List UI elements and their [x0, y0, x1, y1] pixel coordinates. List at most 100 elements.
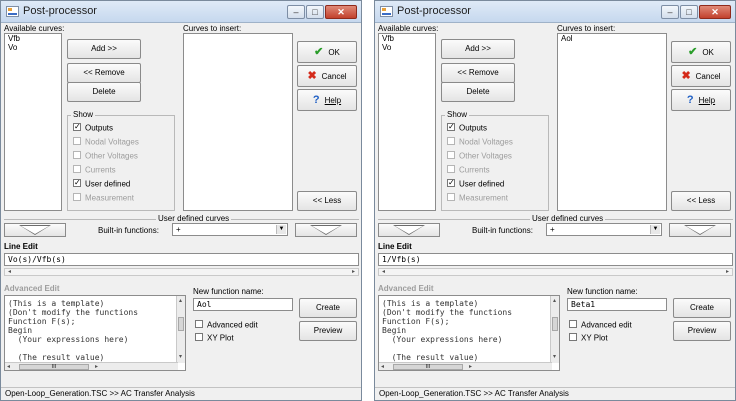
- line-edit-scrollbar[interactable]: ◂ ▸: [378, 268, 733, 276]
- expand-arrow-button[interactable]: [669, 223, 731, 237]
- curve-list-item[interactable]: Aol: [558, 34, 666, 43]
- checkmark-icon[interactable]: ✓: [73, 178, 81, 187]
- add-button[interactable]: Add >>: [441, 39, 515, 59]
- available-curves-list[interactable]: Vfb Vo: [378, 33, 436, 211]
- curve-list-item[interactable]: Vo: [5, 43, 61, 52]
- show-option-nodal-voltages: Nodal Voltages: [73, 136, 139, 147]
- collapse-arrow-button[interactable]: [4, 223, 66, 237]
- line-edit-scrollbar[interactable]: ◂ ▸: [4, 268, 359, 276]
- scroll-right-icon[interactable]: ▸: [469, 363, 472, 370]
- maximize-button[interactable]: □: [306, 5, 324, 19]
- scroll-right-icon[interactable]: ▸: [352, 269, 355, 275]
- advanced-edit-textarea[interactable]: (This is a template) (Don't modify the fu…: [378, 295, 560, 371]
- ok-button[interactable]: ✔ OK: [297, 41, 357, 63]
- help-label: Help: [698, 96, 716, 105]
- curves-to-insert-list[interactable]: [183, 33, 293, 211]
- curve-list-item[interactable]: Vfb: [379, 34, 435, 43]
- line-edit-field[interactable]: Vo(s)/Vfb(s): [4, 253, 359, 266]
- remove-button[interactable]: << Remove: [441, 63, 515, 83]
- preview-button[interactable]: Preview: [299, 321, 357, 341]
- available-curves-label: Available curves:: [4, 24, 65, 33]
- show-option-user-defined[interactable]: ✓ User defined: [447, 178, 504, 189]
- minimize-button[interactable]: –: [661, 5, 679, 19]
- show-groupbox: Show ✓ Outputs Nodal Voltages Other Voltage…: [441, 110, 549, 211]
- cancel-label: Cancel: [321, 72, 347, 81]
- less-button[interactable]: << Less: [671, 191, 731, 211]
- advanced-edit-textarea[interactable]: (This is a template) (Don't modify the fu…: [4, 295, 186, 371]
- builtin-functions-label: Built-in functions:: [98, 226, 159, 235]
- scroll-thumb[interactable]: III: [393, 364, 463, 370]
- advanced-edit-hscrollbar[interactable]: ◂ III ▸: [379, 362, 552, 370]
- builtin-functions-dropdown[interactable]: + ▼: [546, 223, 662, 236]
- ok-button[interactable]: ✔ OK: [671, 41, 731, 63]
- help-button[interactable]: ? Help: [297, 89, 357, 111]
- create-button[interactable]: Create: [673, 298, 731, 318]
- scroll-down-icon[interactable]: ▾: [553, 353, 556, 360]
- scroll-up-icon[interactable]: ▴: [179, 297, 182, 304]
- xy-plot-checkbox[interactable]: XY Plot: [569, 332, 608, 343]
- new-function-name-input[interactable]: Beta1: [567, 298, 667, 311]
- scroll-thumb[interactable]: [178, 317, 184, 331]
- curves-to-insert-list[interactable]: Aol: [557, 33, 667, 211]
- cancel-button[interactable]: ✖ Cancel: [671, 65, 731, 87]
- scroll-left-icon[interactable]: ◂: [382, 269, 385, 275]
- show-option-outputs[interactable]: ✓ Outputs: [447, 122, 487, 133]
- advanced-edit-hscrollbar[interactable]: ◂ III ▸: [5, 362, 178, 370]
- maximize-button[interactable]: □: [680, 5, 698, 19]
- scroll-up-icon[interactable]: ▴: [553, 297, 556, 304]
- help-button[interactable]: ? Help: [671, 89, 731, 111]
- curve-list-item[interactable]: Vo: [379, 43, 435, 52]
- remove-button[interactable]: << Remove: [67, 63, 141, 83]
- checkmark-icon[interactable]: ✓: [447, 178, 455, 187]
- delete-button[interactable]: Delete: [441, 82, 515, 102]
- status-bar: Open-Loop_Generation.TSC >> AC Transfer …: [375, 387, 735, 400]
- create-button[interactable]: Create: [299, 298, 357, 318]
- preview-button[interactable]: Preview: [673, 321, 731, 341]
- advanced-edit-checkbox[interactable]: Advanced edit: [569, 319, 632, 330]
- collapse-arrow-button[interactable]: [378, 223, 440, 237]
- checkmark-icon[interactable]: ✓: [447, 122, 455, 131]
- advanced-edit-vscrollbar[interactable]: ▴ ▾: [176, 296, 185, 363]
- minimize-button[interactable]: –: [287, 5, 305, 19]
- title-bar[interactable]: Post-processor – □ ✕: [375, 1, 735, 23]
- close-button[interactable]: ✕: [325, 5, 357, 19]
- scroll-down-icon[interactable]: ▾: [179, 353, 182, 360]
- scroll-left-icon[interactable]: ◂: [8, 269, 11, 275]
- show-option-user-defined[interactable]: ✓ User defined: [73, 178, 130, 189]
- show-option-label: Currents: [85, 165, 116, 175]
- available-curves-list[interactable]: Vfb Vo: [4, 33, 62, 211]
- show-option-label: Nodal Voltages: [459, 137, 513, 147]
- available-curves-label: Available curves:: [378, 24, 439, 33]
- checkbox-box[interactable]: [195, 319, 203, 328]
- help-label: Help: [324, 96, 342, 105]
- scroll-thumb[interactable]: III: [19, 364, 89, 370]
- checkbox-box[interactable]: [569, 332, 577, 341]
- checkmark-icon[interactable]: ✓: [73, 122, 81, 131]
- close-button[interactable]: ✕: [699, 5, 731, 19]
- new-function-name-input[interactable]: Aol: [193, 298, 293, 311]
- cancel-button[interactable]: ✖ Cancel: [297, 65, 357, 87]
- advanced-edit-checkbox[interactable]: Advanced edit: [195, 319, 258, 330]
- xy-plot-checkbox[interactable]: XY Plot: [195, 332, 234, 343]
- line-edit-field[interactable]: 1/Vfb(s): [378, 253, 733, 266]
- title-bar[interactable]: Post-processor – □ ✕: [1, 1, 361, 23]
- scroll-thumb[interactable]: [552, 317, 558, 331]
- less-button[interactable]: << Less: [297, 191, 357, 211]
- delete-button[interactable]: Delete: [67, 82, 141, 102]
- show-option-other-voltages: Other Voltages: [73, 150, 138, 161]
- curve-list-item[interactable]: Vfb: [5, 34, 61, 43]
- advanced-edit-vscrollbar[interactable]: ▴ ▾: [550, 296, 559, 363]
- scroll-right-icon[interactable]: ▸: [95, 363, 98, 370]
- checkbox-box[interactable]: [195, 332, 203, 341]
- add-button[interactable]: Add >>: [67, 39, 141, 59]
- checkbox-box[interactable]: [569, 319, 577, 328]
- scroll-left-icon[interactable]: ◂: [7, 363, 10, 370]
- post-processor-window-right: Post-processor – □ ✕ Available curves: V…: [374, 0, 736, 401]
- builtin-functions-dropdown[interactable]: + ▼: [172, 223, 288, 236]
- show-option-measurement: Measurement: [73, 192, 134, 203]
- show-option-outputs[interactable]: ✓ Outputs: [73, 122, 113, 133]
- scroll-left-icon[interactable]: ◂: [381, 363, 384, 370]
- expand-arrow-button[interactable]: [295, 223, 357, 237]
- scroll-right-icon[interactable]: ▸: [726, 269, 729, 275]
- checkbox-box: [447, 136, 455, 145]
